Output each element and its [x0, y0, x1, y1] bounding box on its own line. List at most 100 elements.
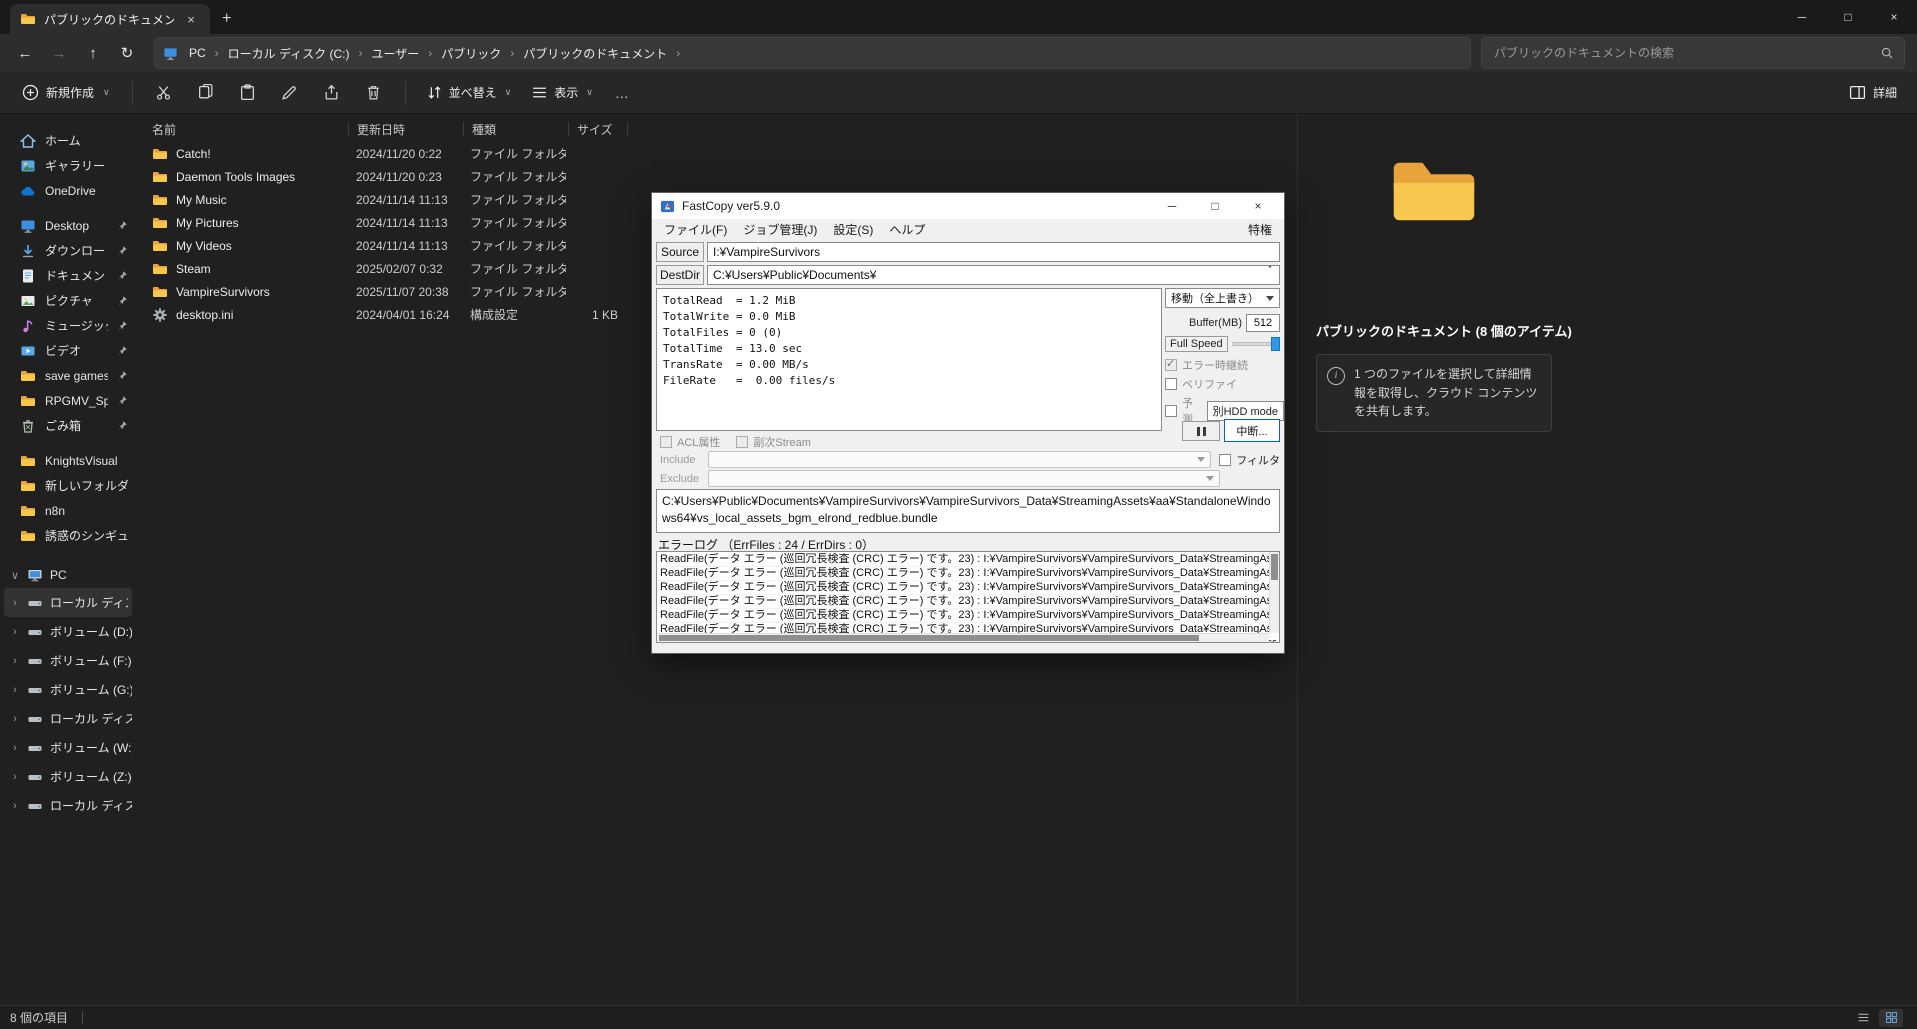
breadcrumb-item[interactable]: ユーザー: [365, 42, 427, 65]
filter-checkbox[interactable]: フィルタ: [1219, 452, 1280, 468]
close-button[interactable]: ×: [1871, 0, 1917, 34]
minimize-button[interactable]: ─: [1779, 0, 1825, 34]
column-header-2[interactable]: 種類: [464, 116, 568, 142]
cut-button[interactable]: [145, 77, 183, 109]
dropdown-arrow-icon[interactable]: [1266, 268, 1274, 282]
acl-checkbox[interactable]: ACL属性: [660, 434, 720, 450]
forward-button[interactable]: →: [42, 38, 76, 68]
fastcopy-maximize-button[interactable]: □: [1197, 193, 1233, 219]
source-field[interactable]: I:¥VampireSurvivors: [707, 242, 1280, 262]
file-type: ファイル フォルダー: [462, 168, 566, 185]
mode-select[interactable]: 移動（全上書き）: [1165, 288, 1280, 308]
vertical-scrollbar[interactable]: [1269, 552, 1279, 633]
buffer-input[interactable]: [1246, 314, 1280, 332]
file-row-1[interactable]: Daemon Tools Images2024/11/20 0:23ファイル フ…: [144, 165, 1297, 188]
fastcopy-title-bar[interactable]: FastCopy ver5.9.0 ─ □ ×: [652, 193, 1284, 219]
sidebar-item-14[interactable]: n8n: [4, 498, 132, 523]
sidebar-item-label: 誘惑のシンギュラリ: [45, 527, 128, 544]
sidebar-drive-3[interactable]: ›ボリューム (G:): [4, 675, 132, 704]
sidebar-item-10[interactable]: RPGMV_Spee: [4, 388, 132, 413]
sidebar-drive-6[interactable]: ›ボリューム (Z:): [4, 762, 132, 791]
rename-button[interactable]: [271, 77, 309, 109]
sidebar-item-11[interactable]: ごみ箱: [4, 413, 132, 438]
breadcrumb-item[interactable]: ローカル ディスク (C:): [221, 42, 357, 65]
menu-item-1[interactable]: ジョブ管理(J): [735, 219, 825, 240]
sidebar-item-1[interactable]: ギャラリー: [4, 153, 132, 178]
column-header-0[interactable]: 名前: [144, 116, 348, 142]
sidebar-item-5[interactable]: ドキュメント: [4, 263, 132, 288]
address-bar[interactable]: PC›ローカル ディスク (C:)›ユーザー›パブリック›パブリックのドキュメン…: [154, 37, 1471, 69]
new-item-label: 新規作成: [46, 84, 94, 101]
view-button[interactable]: 表示 ∨: [523, 78, 601, 107]
hdd-mode-select[interactable]: 別HDD mode: [1207, 401, 1284, 421]
tab-close-icon[interactable]: ×: [182, 10, 200, 28]
sidebar-item-pc[interactable]: ∨ PC: [4, 562, 132, 588]
sidebar-drive-2[interactable]: ›ボリューム (F:): [4, 646, 132, 675]
sidebar-item-15[interactable]: 誘惑のシンギュラリ: [4, 523, 132, 548]
menu-item-3[interactable]: ヘルプ: [881, 219, 933, 240]
sort-button[interactable]: 並べ替え ∨: [418, 78, 520, 107]
sidebar-item-9[interactable]: save games: [4, 363, 132, 388]
sidebar-item-0[interactable]: ホーム: [4, 128, 132, 153]
explorer-tab[interactable]: パブリックのドキュメント ×: [10, 4, 210, 34]
folder-icon: [20, 453, 36, 469]
sidebar-item-8[interactable]: ビデオ: [4, 338, 132, 363]
copy-button[interactable]: [187, 77, 225, 109]
search-box[interactable]: [1481, 37, 1905, 69]
scrollbar-thumb[interactable]: [1271, 554, 1278, 580]
file-row-0[interactable]: Catch!2024/11/20 0:22ファイル フォルダー: [144, 142, 1297, 165]
menu-item-2[interactable]: 設定(S): [825, 219, 881, 240]
stream-checkbox[interactable]: 副次Stream: [736, 434, 810, 450]
scrollbar-thumb[interactable]: [659, 635, 1199, 641]
sidebar-item-2[interactable]: OneDrive: [4, 178, 132, 203]
breadcrumb-item[interactable]: パブリックのドキュメント: [516, 42, 674, 65]
fastcopy-close-button[interactable]: ×: [1240, 193, 1276, 219]
error-log[interactable]: ReadFile(データ エラー (巡回冗長検査 (CRC) エラー) です。2…: [656, 551, 1280, 643]
sidebar-item-13[interactable]: 新しいフォルダー: [4, 473, 132, 498]
destdir-button[interactable]: DestDir: [656, 265, 704, 285]
sidebar-item-6[interactable]: ピクチャ: [4, 288, 132, 313]
large-icons-view-button[interactable]: [1879, 1009, 1903, 1027]
horizontal-scrollbar[interactable]: [657, 633, 1269, 642]
column-header-3[interactable]: サイズ: [569, 116, 627, 142]
pin-icon: [117, 395, 128, 406]
details-pane-toggle[interactable]: 詳細: [1841, 78, 1905, 107]
search-input[interactable]: [1492, 45, 1880, 61]
source-button[interactable]: Source: [656, 242, 704, 262]
up-button[interactable]: ↑: [76, 38, 110, 68]
abort-button[interactable]: 中断...: [1224, 419, 1280, 442]
sidebar-drive-7[interactable]: ›ローカル ディスク (I: [4, 791, 132, 820]
more-options-button[interactable]: …: [605, 85, 640, 101]
sidebar-item-3[interactable]: Desktop: [4, 213, 132, 238]
pause-button[interactable]: [1182, 421, 1220, 441]
slider-thumb[interactable]: [1271, 337, 1280, 351]
breadcrumb-item[interactable]: PC: [182, 43, 213, 63]
paste-button[interactable]: [229, 77, 267, 109]
sidebar-drive-1[interactable]: ›ボリューム (D:): [4, 617, 132, 646]
new-item-button[interactable]: 新規作成 ∨: [12, 78, 120, 107]
details-info-box: i 1 つのファイルを選択して詳細情報を取得し、クラウド コンテンツを共有します…: [1316, 354, 1552, 432]
exclude-field[interactable]: [708, 470, 1220, 487]
details-view-button[interactable]: [1851, 1009, 1875, 1027]
back-button[interactable]: ←: [8, 38, 42, 68]
column-header-1[interactable]: 更新日時: [349, 116, 463, 142]
delete-button[interactable]: [355, 77, 393, 109]
speed-slider[interactable]: [1232, 337, 1280, 351]
breadcrumb-item[interactable]: パブリック: [434, 42, 508, 65]
refresh-button[interactable]: ↻: [110, 38, 144, 68]
sidebar-item-12[interactable]: KnightsVisual: [4, 448, 132, 473]
maximize-button[interactable]: □: [1825, 0, 1871, 34]
destdir-field[interactable]: C:¥Users¥Public¥Documents¥: [707, 265, 1280, 285]
error-continue-checkbox[interactable]: エラー時継続: [1165, 357, 1248, 373]
sidebar-drive-0[interactable]: ›ローカル ディスク: [4, 588, 132, 617]
sidebar-item-4[interactable]: ダウンロード: [4, 238, 132, 263]
verify-checkbox[interactable]: ベリファイ: [1165, 376, 1237, 392]
sidebar-item-7[interactable]: ミュージック: [4, 313, 132, 338]
share-button[interactable]: [313, 77, 351, 109]
new-tab-button[interactable]: +: [222, 10, 231, 34]
fastcopy-minimize-button[interactable]: ─: [1154, 193, 1190, 219]
include-field[interactable]: [708, 451, 1211, 468]
sidebar-drive-5[interactable]: ›ボリューム (W:): [4, 733, 132, 762]
menu-item-0[interactable]: ファイル(F): [656, 219, 735, 240]
sidebar-drive-4[interactable]: ›ローカル ディスク: [4, 704, 132, 733]
